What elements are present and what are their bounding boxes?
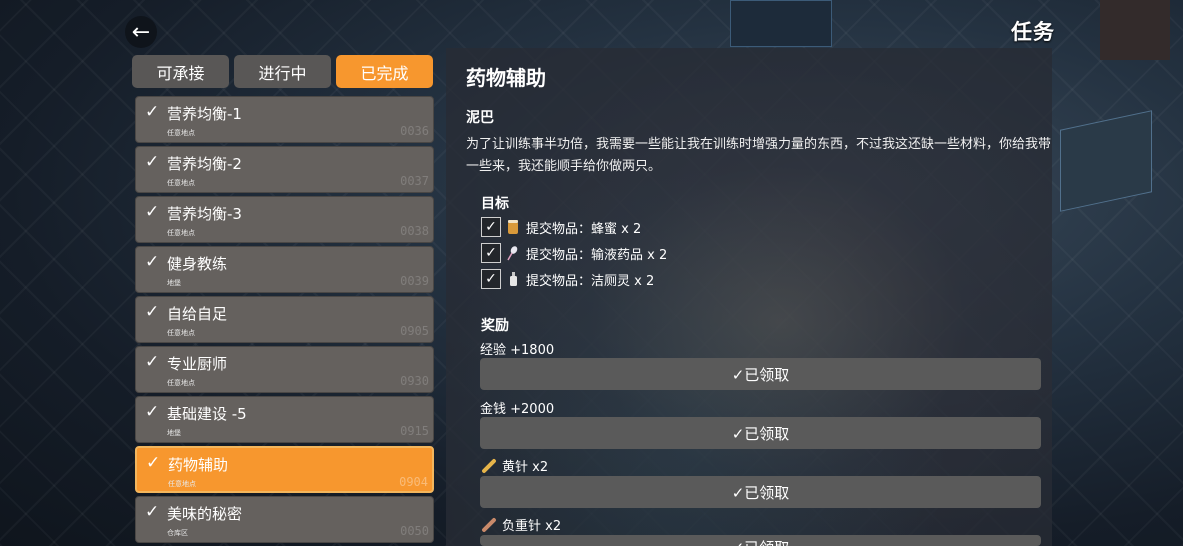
reward-label: 黄针 x2: [502, 460, 549, 475]
check-icon: ✓: [146, 453, 161, 473]
quest-item-selected[interactable]: ✓ 药物辅助 任意地点 0904: [135, 446, 434, 493]
tab-in-progress[interactable]: 进行中: [234, 55, 331, 88]
reward-row: 负重针 x2: [480, 515, 561, 534]
reward-button-label: ✓已领取: [732, 537, 790, 546]
quest-list: ✓ 营养均衡-1 任意地点 0036 ✓ 营养均衡-2 任意地点 0037 ✓ …: [132, 93, 437, 546]
quest-name: 专业厨师: [167, 355, 228, 373]
quest-item[interactable]: ✓ 基础建设 -5 地堡 0915: [135, 396, 434, 443]
check-icon: ✓: [145, 202, 160, 222]
tab-available[interactable]: 可承接: [132, 55, 229, 88]
npc-name: 泥巴: [466, 110, 494, 126]
quest-name: 基础建设 -5: [167, 405, 247, 423]
quest-code: 0050: [400, 524, 429, 538]
check-icon: ✓: [145, 252, 160, 272]
quest-name: 营养均衡-1: [167, 105, 242, 123]
check-icon: ✓: [145, 102, 160, 122]
reward-label: 负重针 x2: [502, 519, 562, 534]
quest-title: 药物辅助: [466, 66, 546, 90]
quest-location: 地堡: [167, 279, 181, 287]
claimed-reward-button[interactable]: ✓已领取: [480, 417, 1041, 449]
check-icon: ✓: [145, 352, 160, 372]
claimed-reward-button[interactable]: ✓已领取: [480, 535, 1041, 546]
reward-label: 经验 +1800: [480, 343, 555, 358]
checkbox-checked-icon: ✓: [481, 243, 501, 263]
quest-code: 0039: [400, 274, 429, 288]
quest-code: 0905: [400, 324, 429, 338]
weight-needle-icon: [481, 516, 497, 533]
check-icon: ✓: [145, 502, 160, 522]
quest-name: 营养均衡-3: [167, 205, 242, 223]
quest-item[interactable]: ✓ 专业厨师 任意地点 0930: [135, 346, 434, 393]
arrow-left-icon: ←: [131, 19, 151, 45]
quest-location: 任意地点: [167, 229, 195, 237]
quest-location: 仓库区: [167, 529, 188, 537]
back-button[interactable]: ←: [125, 16, 157, 48]
rewards-heading: 奖励: [481, 318, 509, 334]
quest-location: 地堡: [167, 429, 181, 437]
quest-name: 营养均衡-2: [167, 155, 242, 173]
claimed-reward-button[interactable]: ✓已领取: [480, 358, 1041, 390]
quest-description: 为了让训练事半功倍，我需要一些能让我在训练时增强力量的东西，不过我这还缺一些材料…: [466, 137, 1052, 174]
quest-item[interactable]: ✓ 营养均衡-3 任意地点 0038: [135, 196, 434, 243]
honey-jar-icon: [505, 219, 521, 235]
quest-detail-panel: 药物辅助 泥巴 为了让训练事半功倍，我需要一些能让我在训练时增强力量的东西，不过…: [446, 48, 1052, 546]
quest-item[interactable]: ✓ 美味的秘密 仓库区 0050: [135, 496, 434, 543]
iv-bag-icon: [505, 245, 521, 261]
objective-row: ✓ 提交物品：洁厕灵 x 2: [481, 268, 654, 290]
quest-name: 健身教练: [167, 255, 228, 273]
quest-item[interactable]: ✓ 营养均衡-2 任意地点 0037: [135, 146, 434, 193]
quest-item[interactable]: ✓ 健身教练 地堡 0039: [135, 246, 434, 293]
objective-text: 提交物品：输液药品 x 2: [526, 247, 668, 263]
quest-name: 自给自足: [167, 305, 228, 323]
objectives-heading: 目标: [481, 196, 509, 212]
quest-location: 任意地点: [167, 329, 195, 337]
check-icon: ✓: [145, 152, 160, 172]
scene-structure: [1100, 0, 1170, 60]
quest-code: 0915: [400, 424, 429, 438]
yellow-needle-icon: [481, 457, 497, 474]
claimed-reward-button[interactable]: ✓已领取: [480, 476, 1041, 508]
page-title: 任务: [1011, 20, 1055, 44]
checkbox-checked-icon: ✓: [481, 217, 501, 237]
tab-completed[interactable]: 已完成: [336, 55, 433, 88]
scene-building: [730, 0, 832, 47]
quest-item[interactable]: ✓ 营养均衡-1 任意地点 0036: [135, 96, 434, 143]
objective-row: ✓ 提交物品：输液药品 x 2: [481, 242, 667, 264]
quest-location: 任意地点: [167, 179, 195, 187]
objective-text: 提交物品：洁厕灵 x 2: [526, 273, 655, 289]
check-icon: ✓: [145, 402, 160, 422]
objective-text: 提交物品：蜂蜜 x 2: [526, 221, 642, 237]
tab-bar: 可承接 进行中 已完成: [132, 55, 433, 88]
cleaner-bottle-icon: [505, 271, 521, 287]
quest-code: 0038: [400, 224, 429, 238]
reward-row: 黄针 x2: [480, 456, 548, 475]
check-icon: ✓: [145, 302, 160, 322]
checkbox-checked-icon: ✓: [481, 269, 501, 289]
reward-label: 金钱 +2000: [480, 402, 555, 417]
quest-code: 0036: [400, 124, 429, 138]
quest-code: 0037: [400, 174, 429, 188]
quest-location: 任意地点: [167, 129, 195, 137]
quest-location: 任意地点: [168, 480, 196, 488]
quest-code: 0930: [400, 374, 429, 388]
quest-name: 药物辅助: [168, 456, 229, 474]
quest-location: 任意地点: [167, 379, 195, 387]
quest-item[interactable]: ✓ 自给自足 任意地点 0905: [135, 296, 434, 343]
quest-name: 美味的秘密: [167, 505, 243, 523]
quest-code: 0904: [399, 475, 428, 489]
objective-row: ✓ 提交物品：蜂蜜 x 2: [481, 216, 641, 238]
